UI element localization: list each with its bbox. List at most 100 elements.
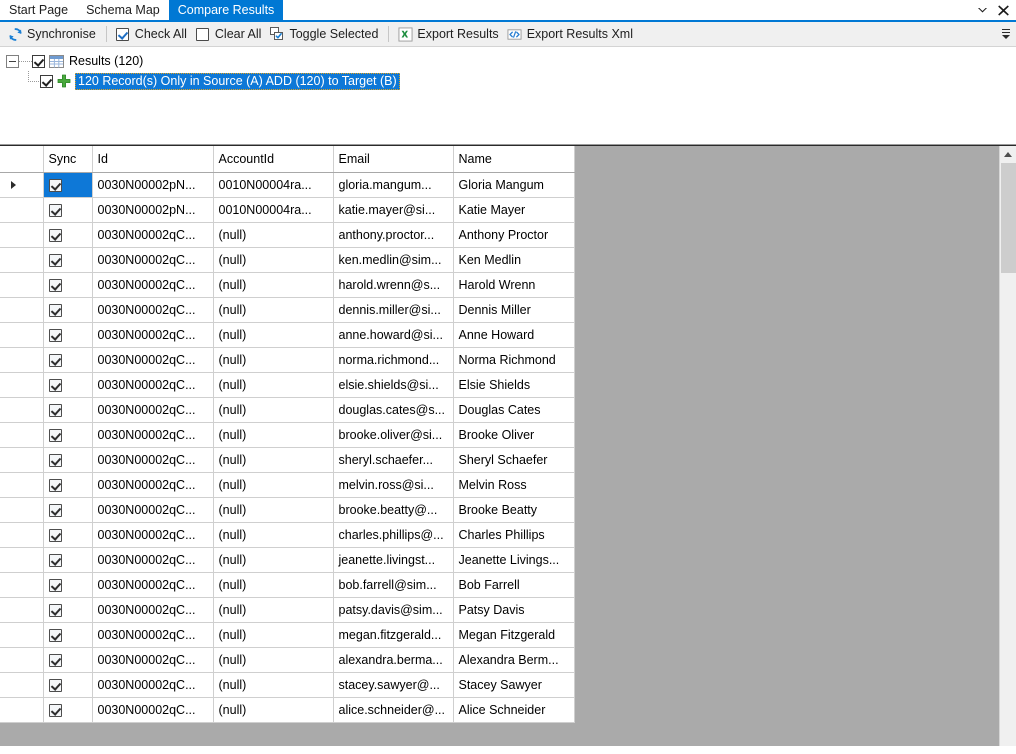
email-cell[interactable]: dennis.miller@si... xyxy=(333,297,454,323)
accountid-cell[interactable]: (null) xyxy=(213,547,334,573)
name-cell[interactable]: Brooke Oliver xyxy=(453,422,575,448)
sync-checkbox[interactable] xyxy=(48,453,62,467)
id-cell[interactable]: 0030N00002qC... xyxy=(92,222,214,248)
row-selector-cell[interactable] xyxy=(0,647,44,673)
name-cell[interactable]: Harold Wrenn xyxy=(453,272,575,298)
sync-checkbox[interactable] xyxy=(48,303,62,317)
email-cell[interactable]: brooke.oliver@si... xyxy=(333,422,454,448)
name-cell[interactable]: Megan Fitzgerald xyxy=(453,622,575,648)
id-cell[interactable]: 0030N00002qC... xyxy=(92,672,214,698)
sync-checkbox[interactable] xyxy=(48,403,62,417)
accountid-cell[interactable]: 0010N00004ra... xyxy=(213,172,334,198)
sync-checkbox-cell[interactable] xyxy=(43,647,93,673)
name-cell[interactable]: Elsie Shields xyxy=(453,372,575,398)
accountid-cell[interactable]: (null) xyxy=(213,272,334,298)
row-selector-cell[interactable] xyxy=(0,222,44,248)
table-row[interactable]: 0030N00002pN... 0010N00004ra... katie.maye… xyxy=(0,197,575,223)
email-cell[interactable]: bob.farrell@sim... xyxy=(333,572,454,598)
sync-checkbox[interactable] xyxy=(48,578,62,592)
tab-schema-map[interactable]: Schema Map xyxy=(77,0,169,20)
accountid-cell[interactable]: (null) xyxy=(213,447,334,473)
accountid-cell[interactable]: (null) xyxy=(213,572,334,598)
name-cell[interactable]: Brooke Beatty xyxy=(453,497,575,523)
tree-node-checkbox[interactable] xyxy=(32,54,45,68)
table-row[interactable]: 0030N00002qC... (null) elsie.shields@si...… xyxy=(0,372,575,398)
tree-node-records[interactable]: 120 Record(s) Only in Source (A) ADD (12… xyxy=(6,71,1016,91)
row-selector-cell[interactable] xyxy=(0,522,44,548)
name-cell[interactable]: Anthony Proctor xyxy=(453,222,575,248)
accountid-cell[interactable]: (null) xyxy=(213,322,334,348)
tree-node-checkbox[interactable] xyxy=(40,74,53,88)
sync-checkbox-cell[interactable] xyxy=(43,347,93,373)
accountid-cell[interactable]: (null) xyxy=(213,247,334,273)
accountid-cell[interactable]: (null) xyxy=(213,297,334,323)
table-row[interactable]: 0030N00002qC... (null) melvin.ross@si... Me… xyxy=(0,472,575,498)
table-row[interactable]: 0030N00002qC... (null) douglas.cates@s... D… xyxy=(0,397,575,423)
id-cell[interactable]: 0030N00002qC... xyxy=(92,472,214,498)
email-cell[interactable]: patsy.davis@sim... xyxy=(333,597,454,623)
table-row[interactable]: 0030N00002qC... (null) brooke.beatty@... Br… xyxy=(0,497,575,523)
name-cell[interactable]: Norma Richmond xyxy=(453,347,575,373)
row-selector-cell[interactable] xyxy=(0,497,44,523)
toggle-selected-button[interactable]: Toggle Selected xyxy=(266,23,383,45)
sync-checkbox-cell[interactable] xyxy=(43,222,93,248)
chevron-down-icon[interactable] xyxy=(976,4,989,17)
email-cell[interactable]: douglas.cates@s... xyxy=(333,397,454,423)
accountid-cell[interactable]: (null) xyxy=(213,372,334,398)
sync-checkbox-cell[interactable] xyxy=(43,697,93,723)
column-header-rowselector[interactable] xyxy=(0,146,44,173)
table-row[interactable]: 0030N00002pN... 0010N00004ra... gloria.man… xyxy=(0,172,575,198)
name-cell[interactable]: Stacey Sawyer xyxy=(453,672,575,698)
accountid-cell[interactable]: (null) xyxy=(213,422,334,448)
email-cell[interactable]: anthony.proctor... xyxy=(333,222,454,248)
id-cell[interactable]: 0030N00002qC... xyxy=(92,447,214,473)
row-selector-cell[interactable] xyxy=(0,697,44,723)
email-cell[interactable]: gloria.mangum... xyxy=(333,172,454,198)
close-icon[interactable] xyxy=(997,4,1010,17)
clear-all-button[interactable]: Clear All xyxy=(192,23,267,45)
id-cell[interactable]: 0030N00002qC... xyxy=(92,497,214,523)
sync-checkbox[interactable] xyxy=(48,328,62,342)
row-selector-cell[interactable] xyxy=(0,272,44,298)
column-header-sync[interactable]: Sync xyxy=(43,146,93,173)
sync-checkbox-cell[interactable] xyxy=(43,172,93,198)
email-cell[interactable]: sheryl.schaefer... xyxy=(333,447,454,473)
sync-checkbox[interactable] xyxy=(48,703,62,717)
vertical-scrollbar[interactable] xyxy=(999,146,1016,746)
accountid-cell[interactable]: (null) xyxy=(213,622,334,648)
email-cell[interactable]: ken.medlin@sim... xyxy=(333,247,454,273)
sync-checkbox-cell[interactable] xyxy=(43,547,93,573)
sync-checkbox-cell[interactable] xyxy=(43,497,93,523)
sync-checkbox-cell[interactable] xyxy=(43,372,93,398)
export-results-xml-button[interactable]: Export Results Xml xyxy=(504,23,638,45)
accountid-cell[interactable]: (null) xyxy=(213,522,334,548)
table-row[interactable]: 0030N00002qC... (null) patsy.davis@sim... P… xyxy=(0,597,575,623)
row-selector-cell[interactable] xyxy=(0,297,44,323)
accountid-cell[interactable]: (null) xyxy=(213,647,334,673)
sync-checkbox-cell[interactable] xyxy=(43,422,93,448)
column-header-email[interactable]: Email xyxy=(333,146,454,173)
collapse-expander-icon[interactable] xyxy=(6,54,19,68)
sync-checkbox[interactable] xyxy=(48,228,62,242)
table-row[interactable]: 0030N00002qC... (null) sheryl.schaefer... S… xyxy=(0,447,575,473)
sync-checkbox[interactable] xyxy=(48,353,62,367)
accountid-cell[interactable]: (null) xyxy=(213,672,334,698)
sync-checkbox[interactable] xyxy=(48,553,62,567)
name-cell[interactable]: Melvin Ross xyxy=(453,472,575,498)
scroll-thumb[interactable] xyxy=(1001,163,1016,273)
id-cell[interactable]: 0030N00002qC... xyxy=(92,547,214,573)
row-selector-cell[interactable] xyxy=(0,547,44,573)
table-row[interactable]: 0030N00002qC... (null) norma.richmond... No… xyxy=(0,347,575,373)
column-header-name[interactable]: Name xyxy=(453,146,575,173)
accountid-cell[interactable]: (null) xyxy=(213,697,334,723)
sync-checkbox[interactable] xyxy=(48,203,62,217)
row-selector-cell[interactable] xyxy=(0,672,44,698)
accountid-cell[interactable]: (null) xyxy=(213,497,334,523)
sync-checkbox-cell[interactable] xyxy=(43,322,93,348)
row-selector-cell[interactable] xyxy=(0,447,44,473)
email-cell[interactable]: harold.wrenn@s... xyxy=(333,272,454,298)
row-selector-cell[interactable] xyxy=(0,472,44,498)
sync-checkbox[interactable] xyxy=(48,603,62,617)
name-cell[interactable]: Anne Howard xyxy=(453,322,575,348)
export-results-button[interactable]: Export Results xyxy=(394,23,503,45)
